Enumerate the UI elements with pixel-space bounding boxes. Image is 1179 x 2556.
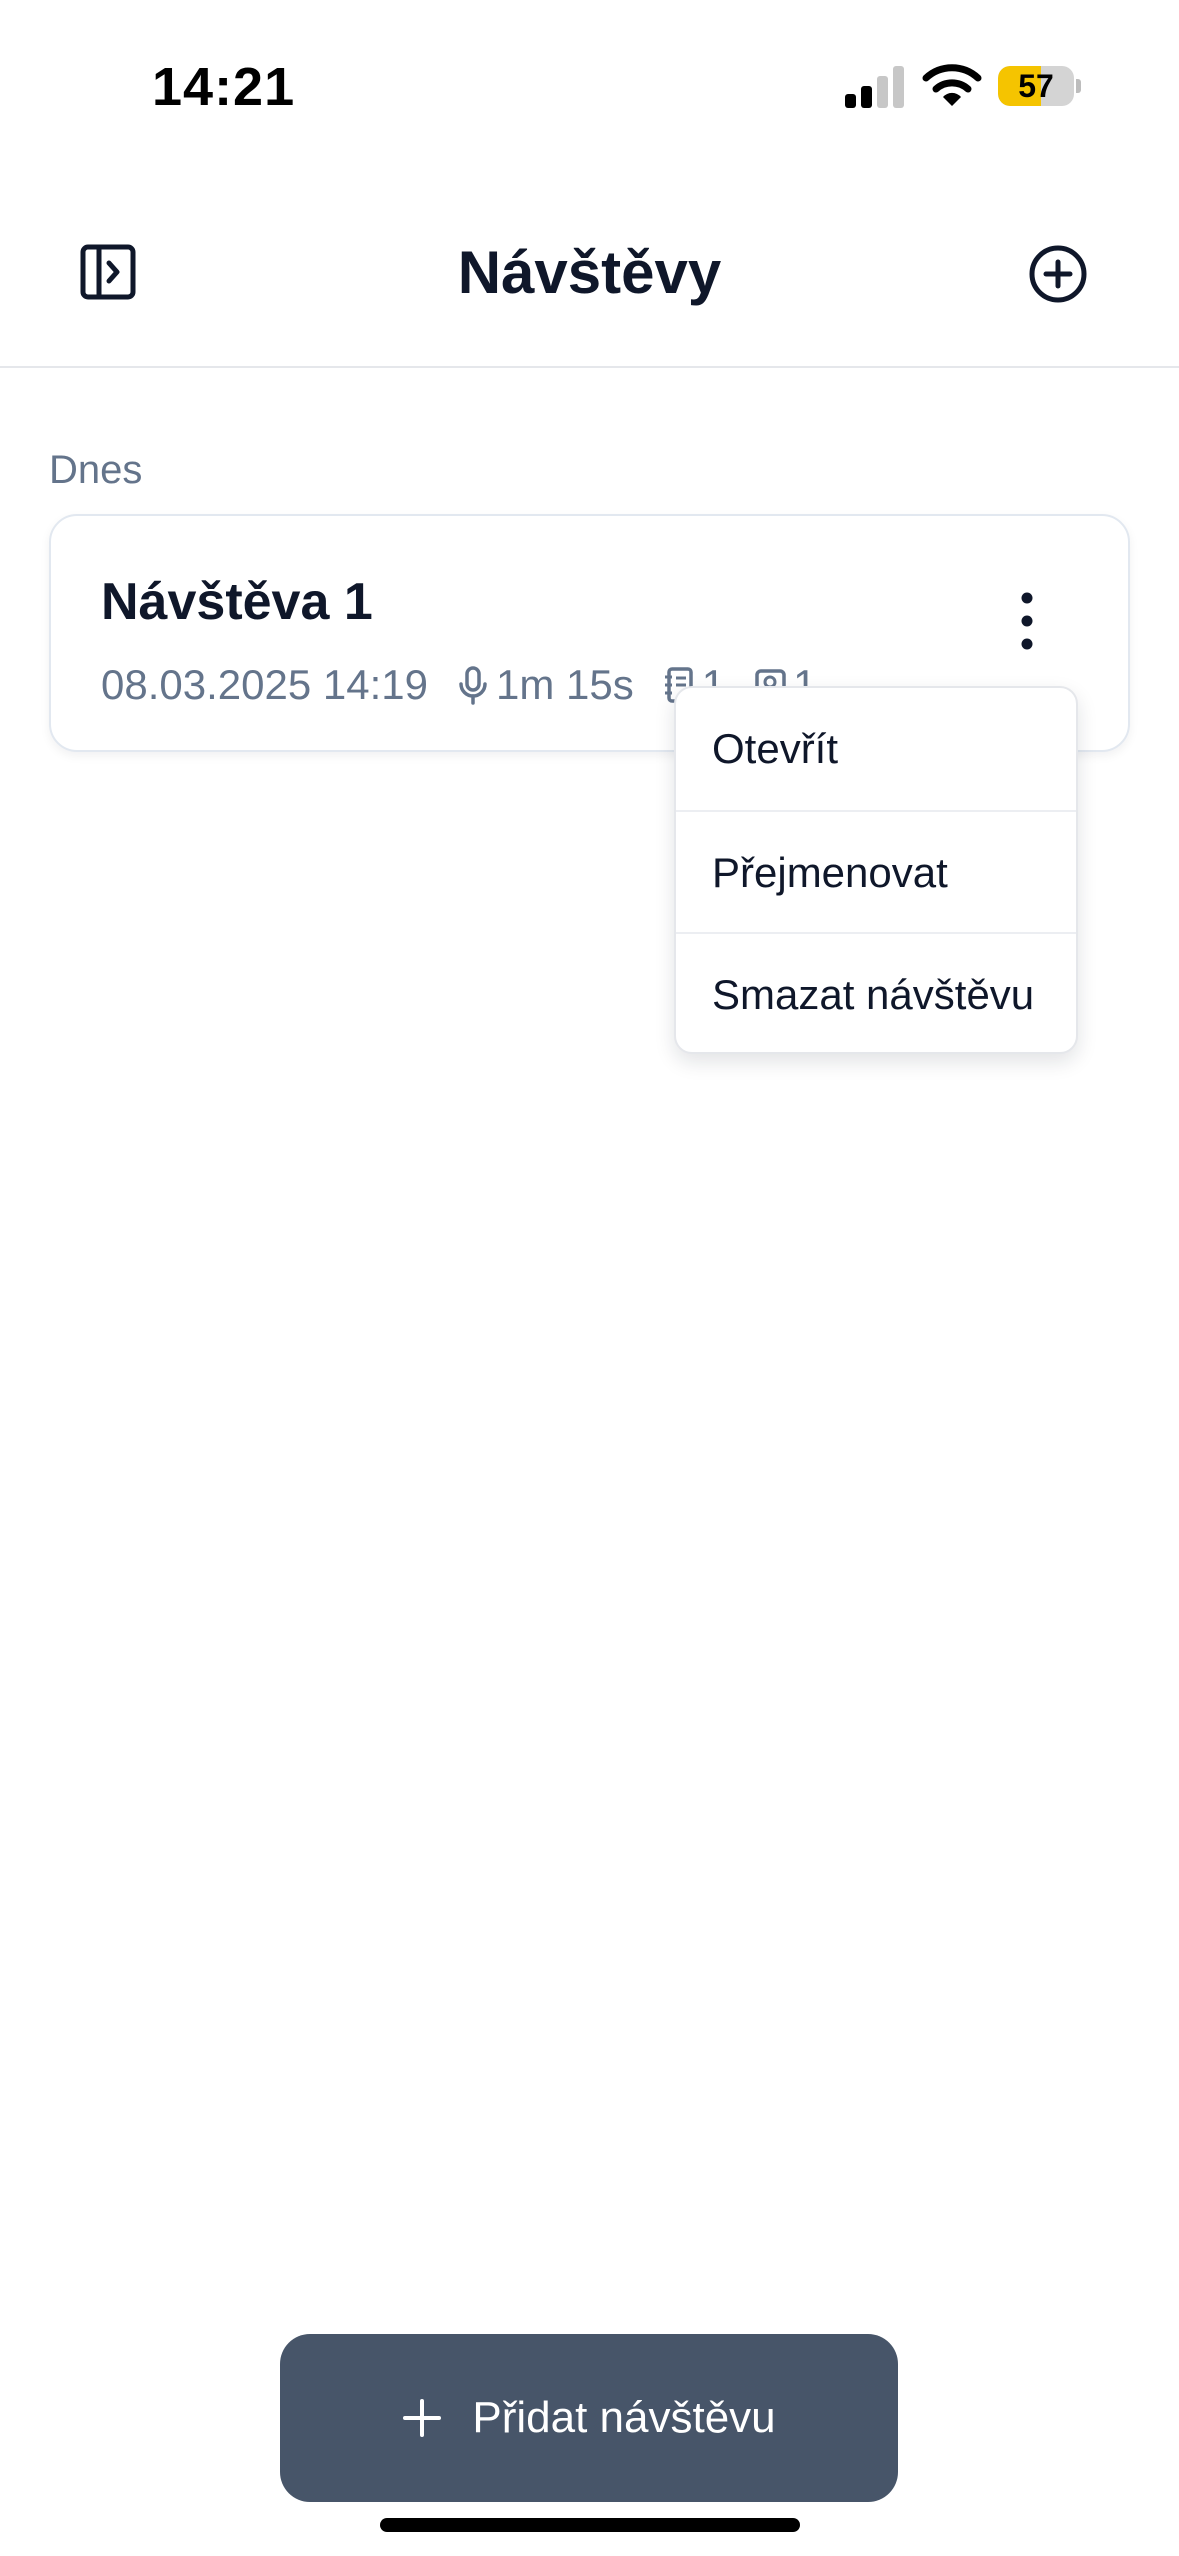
microphone-icon: [459, 666, 487, 705]
page-title: Návštěvy: [457, 239, 722, 306]
visit-duration: 1m 15s: [495, 661, 634, 708]
visit-datetime: 08.03.2025 14:19: [101, 661, 428, 708]
add-visit-button[interactable]: Přidat návštěvu: [280, 2334, 898, 2502]
more-options-icon[interactable]: [1007, 588, 1047, 654]
menu-item-rename[interactable]: Přejmenovat: [676, 810, 1076, 932]
plus-circle-icon[interactable]: [1028, 244, 1088, 304]
context-menu: Otevřít Přejmenovat Smazat návštěvu: [674, 686, 1078, 1054]
wifi-icon: [922, 64, 982, 106]
home-indicator[interactable]: [380, 2518, 800, 2532]
add-visit-button-label: Přidat návštěvu: [472, 2393, 776, 2442]
status-time: 14:21: [152, 57, 296, 117]
plus-icon: [403, 2399, 442, 2437]
cellular-signal-icon: [845, 66, 904, 108]
menu-item-open[interactable]: Otevřít: [676, 688, 1076, 810]
visit-title: Návštěva 1: [101, 573, 373, 631]
navigation-header: Návštěvy: [0, 200, 1179, 368]
section-label-today: Dnes: [49, 448, 143, 492]
menu-item-delete-visit[interactable]: Smazat návštěvu: [676, 932, 1076, 1052]
battery-icon: 57: [998, 66, 1082, 106]
battery-percent: 57: [1018, 68, 1054, 104]
